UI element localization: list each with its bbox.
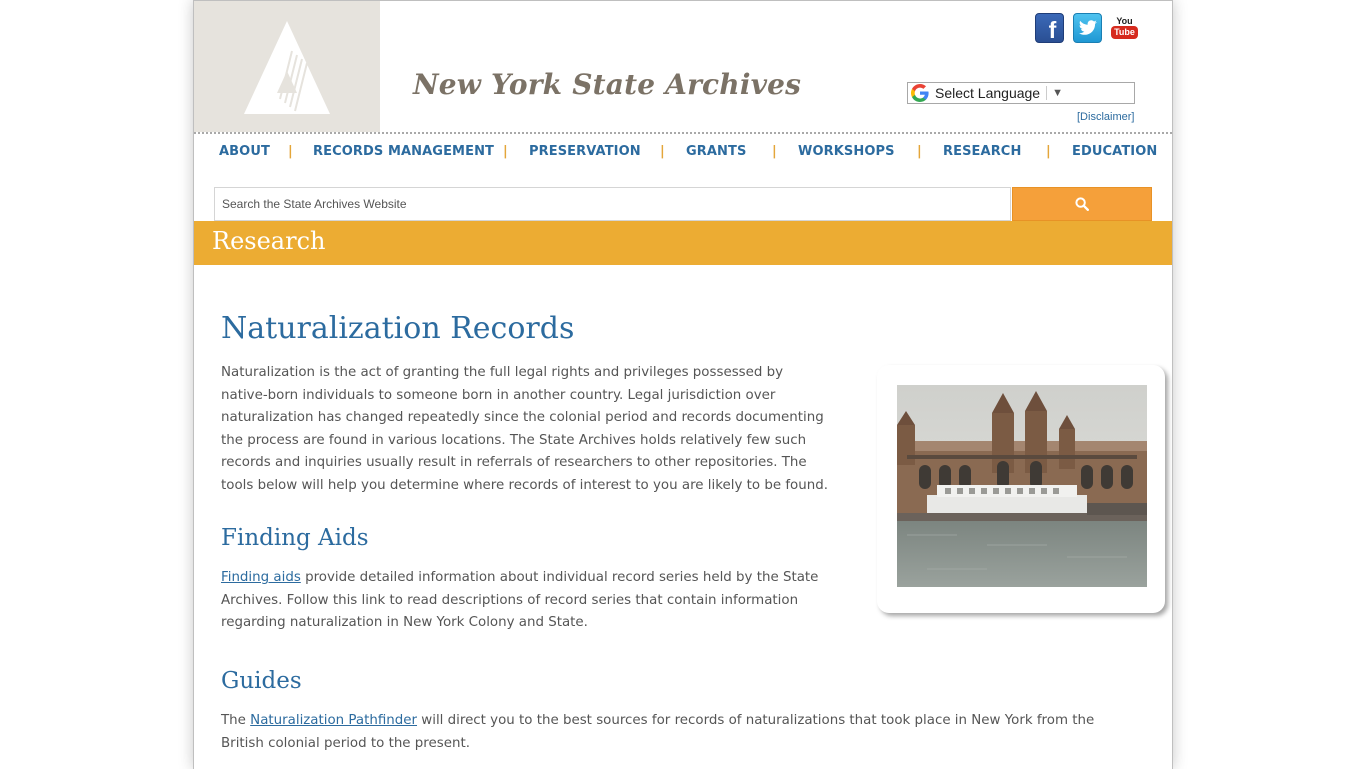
twitter-icon[interactable] [1073, 13, 1102, 43]
nav-separator: | [772, 144, 777, 159]
language-label: Select Language [935, 85, 1041, 101]
main-nav: ABOUT | RECORDS MANAGEMENT | PRESERVATIO… [194, 144, 1172, 162]
section-banner: Research [194, 221, 1172, 265]
finding-aids-link[interactable]: Finding aids [221, 570, 301, 585]
language-select[interactable]: Select Language ▼ [907, 82, 1135, 104]
nav-records-management[interactable]: RECORDS MANAGEMENT [313, 144, 494, 159]
nav-workshops[interactable]: WORKSHOPS [798, 144, 895, 159]
nav-separator: | [288, 144, 293, 159]
chevron-down-icon: ▼ [1052, 87, 1063, 99]
archives-logo-icon [244, 21, 330, 114]
nav-grants[interactable]: GRANTS [686, 144, 746, 159]
nav-preservation[interactable]: PRESERVATION [529, 144, 641, 159]
page-container: New York State Archives f You Tube Selec… [193, 0, 1173, 769]
language-divider [1046, 86, 1048, 100]
photo-card [877, 365, 1165, 613]
nav-separator: | [660, 144, 665, 159]
guides-paragraph: The Naturalization Pathfinder will direc… [221, 713, 1095, 751]
search-icon [1075, 197, 1089, 211]
nav-separator: | [1046, 144, 1051, 159]
search-button[interactable] [1012, 187, 1152, 221]
finding-aids-paragraph: Finding aids provide detailed informatio… [221, 570, 819, 630]
nav-separator: | [917, 144, 922, 159]
site-title[interactable]: New York State Archives [413, 68, 801, 101]
nav-about[interactable]: ABOUT [219, 144, 270, 159]
nav-separator: | [503, 144, 508, 159]
guides-heading: Guides [221, 668, 302, 694]
google-icon [911, 84, 929, 102]
youtube-icon[interactable]: You Tube [1111, 13, 1138, 41]
section-title: Research [212, 227, 326, 255]
finding-aids-heading: Finding Aids [221, 525, 369, 551]
naturalization-pathfinder-link[interactable]: Naturalization Pathfinder [250, 713, 417, 728]
header-divider [194, 132, 1172, 134]
ellis-island-photo [897, 385, 1147, 587]
page-title: Naturalization Records [221, 311, 575, 346]
disclaimer-link[interactable]: [Disclaimer] [1077, 111, 1134, 123]
facebook-icon[interactable]: f [1035, 13, 1064, 43]
logo[interactable] [194, 1, 380, 132]
nav-research[interactable]: RESEARCH [943, 144, 1021, 159]
search-input[interactable] [214, 187, 1011, 221]
intro-paragraph: Naturalization is the act of granting th… [221, 365, 828, 493]
nav-education[interactable]: EDUCATION [1072, 144, 1157, 159]
